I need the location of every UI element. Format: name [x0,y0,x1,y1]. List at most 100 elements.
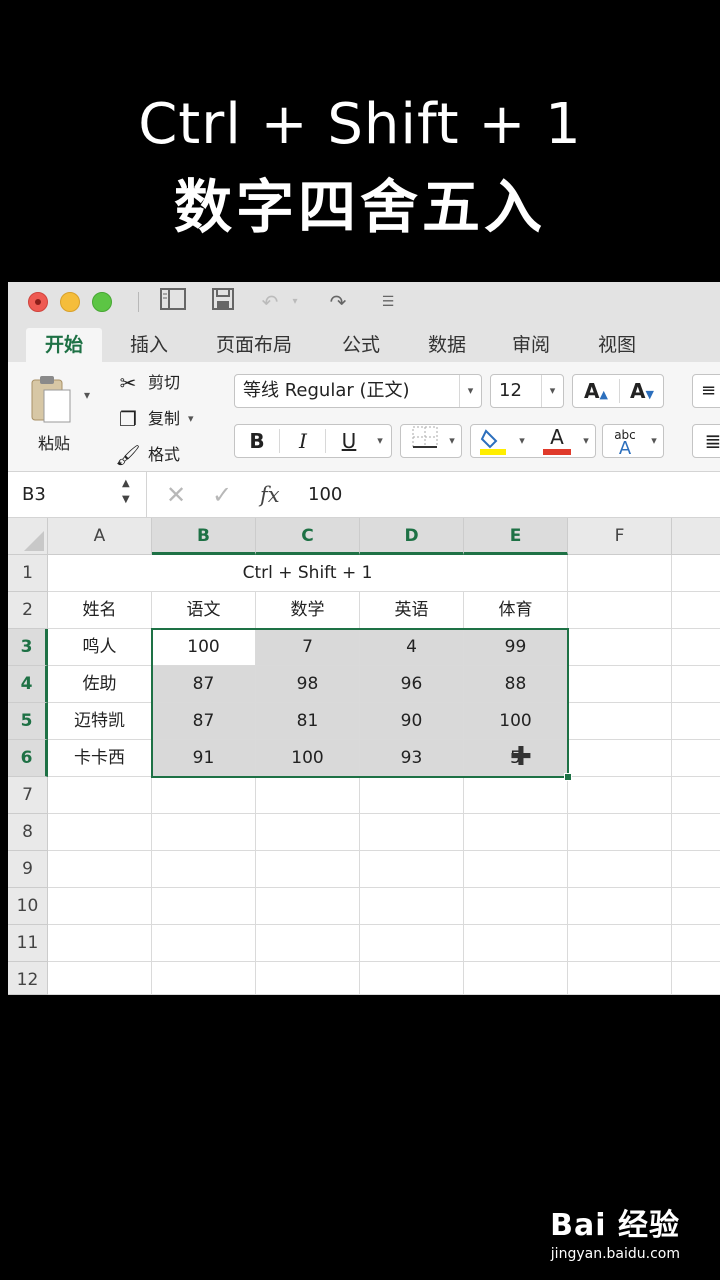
table-cell[interactable] [568,814,672,851]
bold-button[interactable]: B [235,425,279,457]
row-header-5[interactable]: 5 [8,703,48,740]
borders-button[interactable]: ▾ [400,424,462,458]
font-name-select[interactable]: 等线 Regular (正文) ▾ [234,374,482,408]
table-cell[interactable] [672,925,720,962]
underline-button[interactable]: U [327,425,371,457]
table-cell[interactable] [256,851,360,888]
table-cell[interactable] [48,851,152,888]
table-cell[interactable] [152,851,256,888]
save-icon[interactable] [208,288,238,316]
name-box-stepper[interactable]: ▲ ▼ [122,476,130,508]
decrease-font-size-button[interactable]: A▼ [619,375,665,411]
table-cell[interactable] [152,777,256,814]
row-header-11[interactable]: 11 [8,925,48,962]
cut-button[interactable]: ✂ 剪切 [114,368,180,396]
table-cell[interactable] [464,962,568,995]
table-cell[interactable] [568,629,672,666]
tab-data[interactable]: 数据 [414,328,480,362]
table-cell[interactable] [152,814,256,851]
chevron-down-icon[interactable]: ▾ [541,375,563,407]
column-header-c[interactable]: C [256,518,360,555]
column-header-d[interactable]: D [360,518,464,555]
name-box[interactable]: B3 [22,478,46,512]
cancel-icon[interactable]: ✕ [166,478,186,512]
table-cell[interactable] [568,555,672,592]
borders-dropdown-icon[interactable]: ▾ [441,425,463,457]
row-header-6[interactable]: 6 [8,740,48,777]
table-cell[interactable] [464,925,568,962]
table-cell[interactable] [672,851,720,888]
table-cell[interactable] [256,777,360,814]
font-color-button[interactable]: A [535,425,579,457]
align-button[interactable]: ≡ [692,374,720,408]
header-cell[interactable]: 英语 [360,592,464,629]
table-cell[interactable] [48,777,152,814]
table-cell[interactable] [672,592,720,629]
fill-handle[interactable] [564,773,572,781]
row-header-4[interactable]: 4 [8,666,48,703]
phonetic-button[interactable]: abc A ▾ [602,424,664,458]
zoom-window-button[interactable] [92,292,112,312]
table-cell[interactable] [568,740,672,777]
row-header-10[interactable]: 10 [8,888,48,925]
column-header-f[interactable]: F [568,518,672,555]
header-cell[interactable]: 姓名 [48,592,152,629]
tab-home[interactable]: 开始 [26,328,102,362]
table-cell[interactable] [672,555,720,592]
row-header-8[interactable]: 8 [8,814,48,851]
table-cell[interactable] [464,777,568,814]
row-header-3[interactable]: 3 [8,629,48,666]
table-cell[interactable] [360,888,464,925]
column-header-b[interactable]: B [152,518,256,555]
table-cell[interactable] [672,703,720,740]
row-header-7[interactable]: 7 [8,777,48,814]
confirm-icon[interactable]: ✓ [212,478,232,512]
table-cell[interactable] [464,888,568,925]
column-header-a[interactable]: A [48,518,152,555]
undo-icon[interactable]: ↶ [256,288,284,316]
header-cell[interactable]: 语文 [152,592,256,629]
undo-dropdown-icon[interactable]: ▾ [286,288,304,316]
underline-dropdown-icon[interactable]: ▾ [369,425,391,457]
row-header-2[interactable]: 2 [8,592,48,629]
tab-view[interactable]: 视图 [584,328,650,362]
table-cell[interactable] [256,925,360,962]
italic-button[interactable]: I [281,425,325,457]
table-cell[interactable] [464,851,568,888]
tab-page-layout[interactable]: 页面布局 [202,328,306,362]
table-cell[interactable] [152,962,256,995]
table-cell[interactable] [48,814,152,851]
row-header-9[interactable]: 9 [8,851,48,888]
format-painter-button[interactable]: 🖌 格式 [114,440,180,468]
select-all-button[interactable] [8,518,48,555]
paste-dropdown-icon[interactable]: ▾ [84,388,90,402]
row-header-1[interactable]: 1 [8,555,48,592]
table-cell[interactable] [48,888,152,925]
table-cell[interactable] [672,962,720,995]
close-window-button[interactable] [28,292,48,312]
table-cell[interactable] [568,962,672,995]
table-cell[interactable] [256,888,360,925]
table-cell[interactable] [568,666,672,703]
table-cell[interactable] [360,851,464,888]
cell-a1-title[interactable]: Ctrl + Shift + 1 [48,555,568,592]
name-cell[interactable]: 鸣人 [48,629,152,666]
redo-icon[interactable]: ↷ [324,288,352,316]
tab-formulas[interactable]: 公式 [328,328,394,362]
table-cell[interactable] [568,777,672,814]
fill-color-button[interactable] [471,425,515,457]
table-cell[interactable] [360,814,464,851]
table-cell[interactable] [360,777,464,814]
insert-function-button[interactable]: fx [260,478,280,512]
name-cell[interactable]: 佐助 [48,666,152,703]
table-cell[interactable] [464,814,568,851]
table-cell[interactable] [568,851,672,888]
table-cell[interactable] [152,888,256,925]
column-header-g[interactable] [672,518,720,555]
table-cell[interactable] [360,925,464,962]
sidebar-toggle-icon[interactable] [158,288,188,316]
row-header-12[interactable]: 12 [8,962,48,995]
fill-color-dropdown-icon[interactable]: ▾ [511,425,533,457]
column-header-e[interactable]: E [464,518,568,555]
table-cell[interactable] [672,814,720,851]
